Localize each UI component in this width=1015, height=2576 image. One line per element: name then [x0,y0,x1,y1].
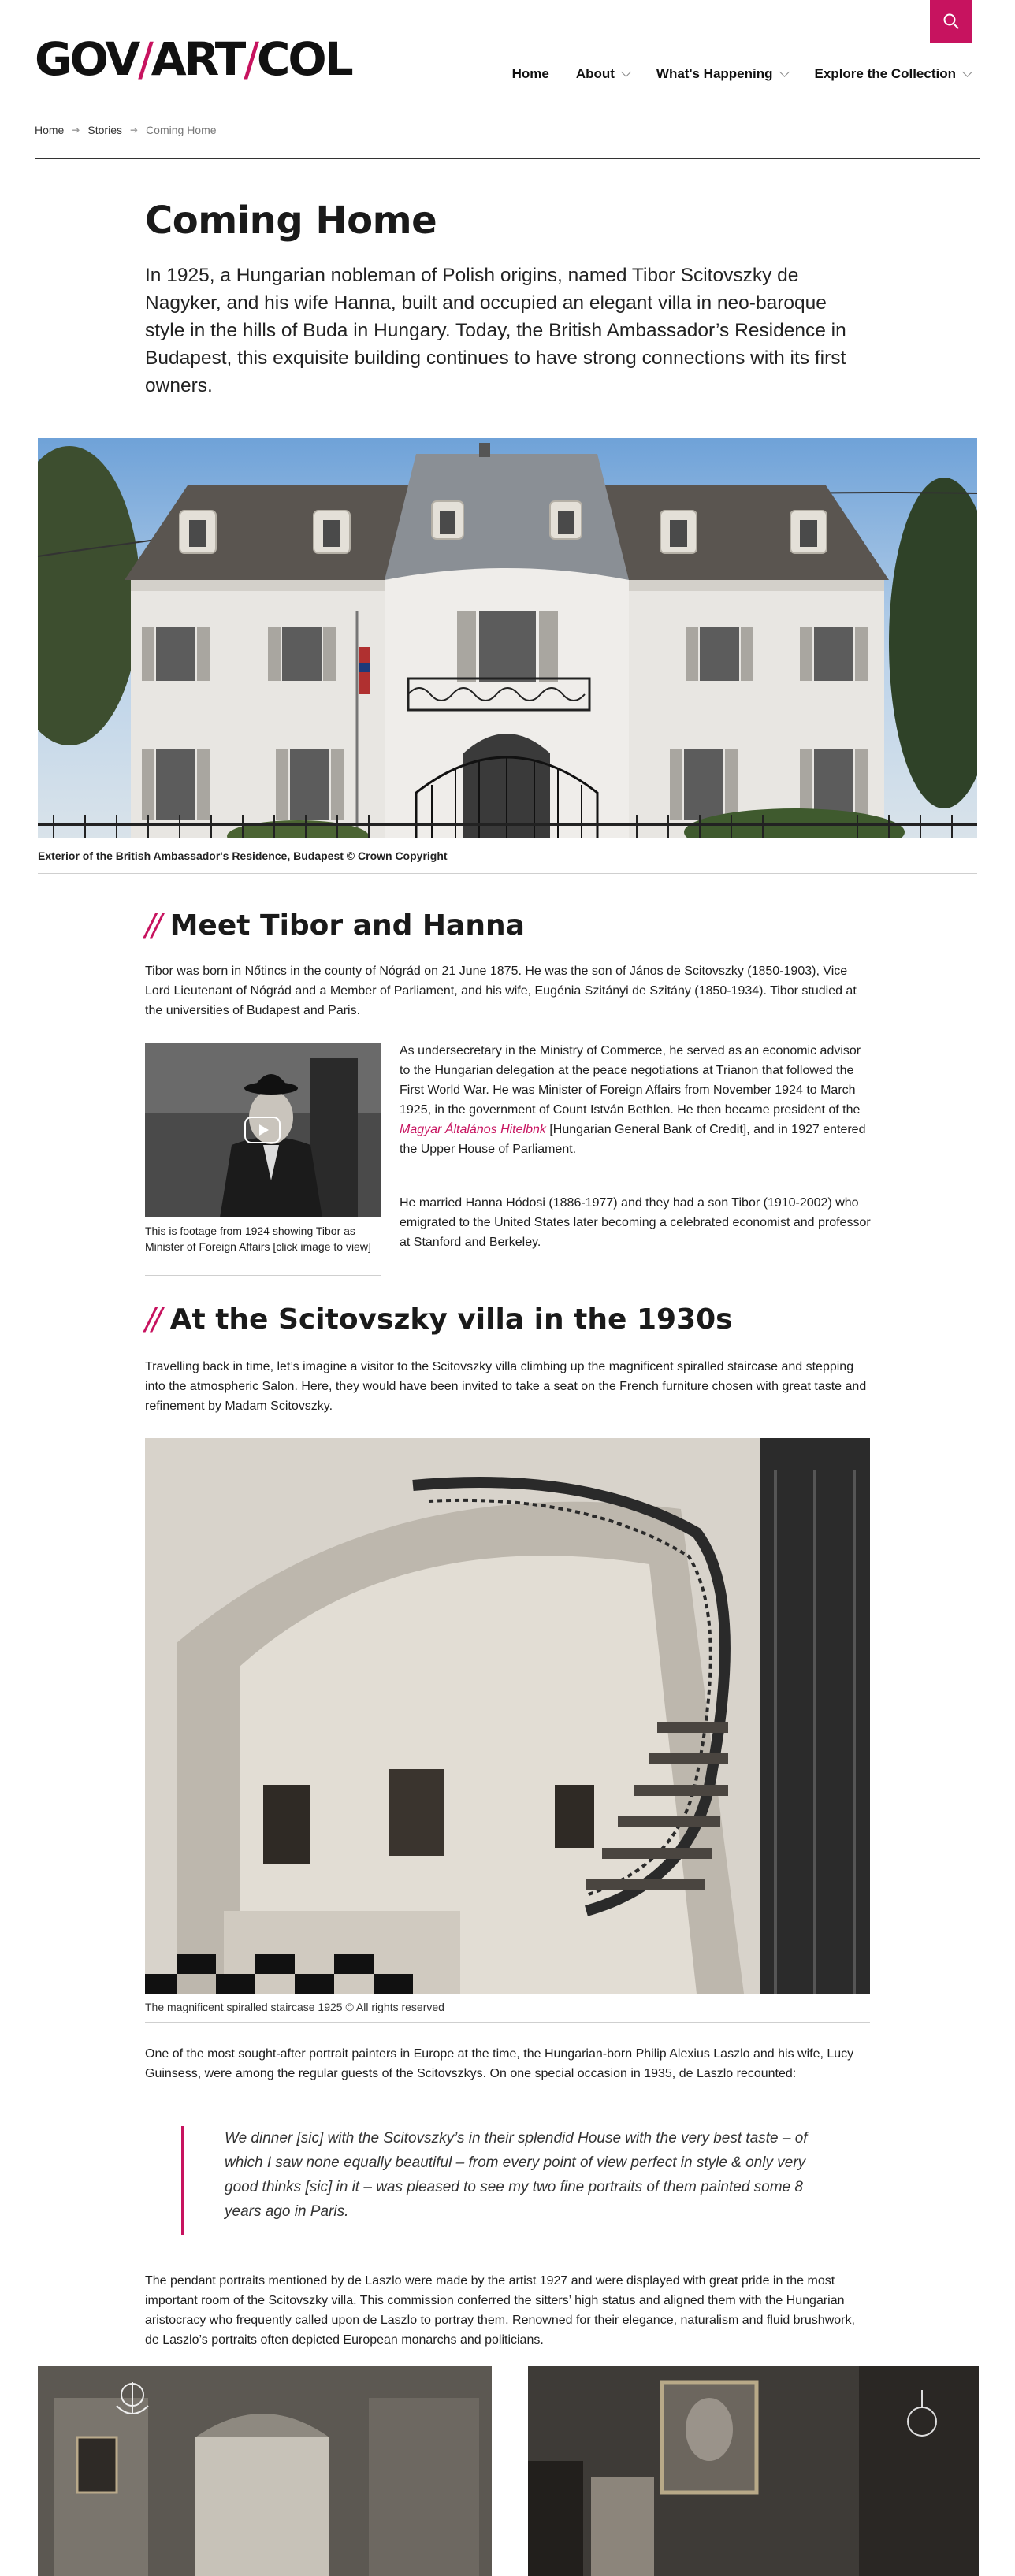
header-divider [35,158,980,159]
logo-slash: / [138,32,153,86]
drawing-room-illustration [528,2366,979,2576]
nav-whats-happening-label: What's Happening [656,66,773,81]
section-heading-meet-text: Meet Tibor and Hanna [169,909,525,942]
logo-part-art: ART [151,32,247,86]
chevron-down-icon [779,67,790,77]
caption-divider [145,1275,381,1276]
paragraph-portraits: The pendant portraits mentioned by de La… [145,2274,855,2347]
paragraph-career: As undersecretary in the Ministry of Com… [400,1041,872,1159]
paragraph-laszlo: One of the most sought-after portrait pa… [145,2047,854,2080]
search-button[interactable] [930,0,972,43]
search-icon [943,13,959,29]
site-logo[interactable]: GOV/ART/COL [35,32,354,87]
salon-photo [38,2366,492,2576]
caption-divider [145,2022,870,2023]
site-header: GOV/ART/COL Home About What's Happening … [0,0,1015,158]
career-text-start: As undersecretary in the Ministry of Com… [400,1044,861,1117]
nav-about[interactable]: About [575,66,631,82]
drawing-room-photo [528,2366,979,2576]
nav-explore-collection-label: Explore the Collection [814,66,956,81]
staircase-illustration [145,1438,870,1994]
section-heading-meet: // Meet Tibor and Hanna [145,908,525,942]
chevron-down-icon [962,67,972,77]
video-thumbnail-1924[interactable] [145,1043,381,1217]
staircase-caption: The magnificent spiralled staircase 1925… [145,2001,444,2013]
staircase-photo [145,1438,870,1994]
nav-home-label: Home [511,66,549,81]
video-caption: This is footage from 1924 showing Tibor … [145,1225,371,1253]
paragraph-tibor-birth: Tibor was born in Nőtincs in the county … [145,965,857,1017]
bank-link[interactable]: Magyar Általános Hitelbnk [400,1123,546,1136]
section-heading-villa: // At the Scitovszky villa in the 1930s [145,1302,733,1336]
paragraph-visitor: Travelling back in time, let’s imagine a… [145,1360,867,1413]
breadcrumb-home[interactable]: Home [35,124,64,136]
breadcrumb-current: Coming Home [146,124,217,136]
salon-illustration [38,2366,492,2576]
breadcrumb-arrow-icon: ➔ [72,125,80,136]
paragraph-marriage: He married Hanna Hódosi (1886-1977) and … [400,1196,871,1249]
nav-whats-happening[interactable]: What's Happening [656,66,790,82]
logo-part-col: COL [256,32,354,86]
hero-image-residence [38,438,977,838]
logo-slash: / [244,32,258,86]
laszlo-quote: We dinner [sic] with the Scitovszky’s in… [181,2126,827,2235]
article-lede: In 1925, a Hungarian nobleman of Polish … [145,265,846,396]
main-nav: Home About What's Happening Explore the … [512,66,972,82]
residence-illustration [38,443,977,838]
nav-explore-collection[interactable]: Explore the Collection [814,66,972,82]
breadcrumb-arrow-icon: ➔ [130,125,139,136]
breadcrumb-stories[interactable]: Stories [87,124,122,136]
page-title: Coming Home [145,199,437,243]
heading-accent-mark: // [145,908,162,942]
play-icon[interactable] [244,1117,281,1143]
heading-accent-mark: // [145,1302,162,1336]
logo-part-gov: GOV [35,32,140,86]
nav-about-label: About [575,66,615,81]
chevron-down-icon [621,67,631,77]
hero-caption: Exterior of the British Ambassador's Res… [38,849,448,862]
section-heading-villa-text: At the Scitovszky villa in the 1930s [169,1303,733,1336]
breadcrumb: Home ➔ Stories ➔ Coming Home [35,124,217,136]
nav-home[interactable]: Home [512,66,549,82]
caption-divider [38,873,977,874]
